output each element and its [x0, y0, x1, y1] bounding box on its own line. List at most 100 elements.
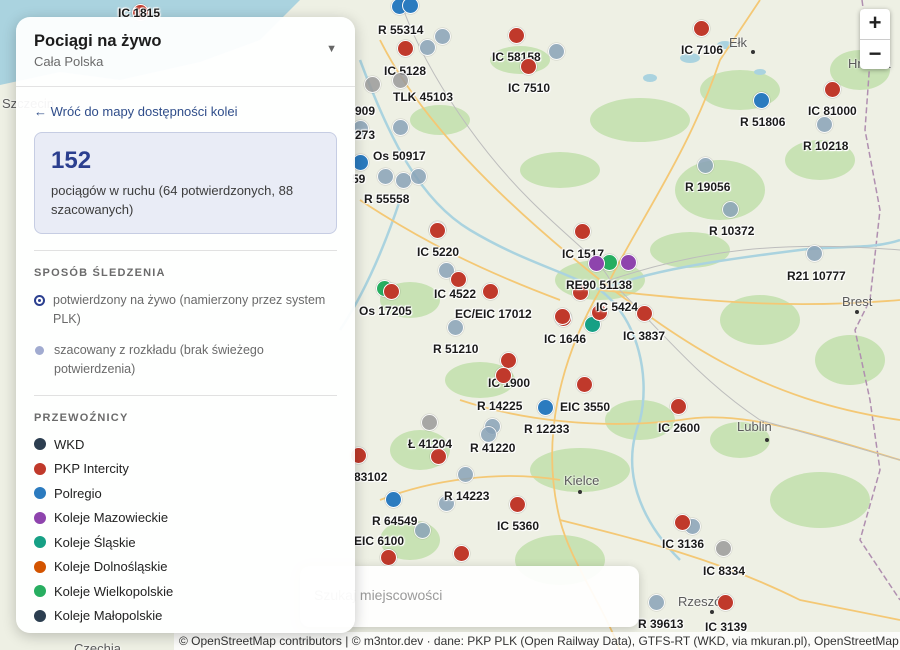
- train-label[interactable]: Ł 41204: [408, 437, 452, 451]
- train-label[interactable]: IC 7106: [681, 43, 723, 57]
- train-label[interactable]: IC 81000: [808, 104, 857, 118]
- train-marker[interactable]: [806, 245, 823, 262]
- carrier-legend-item: WKD: [34, 432, 337, 457]
- train-marker[interactable]: [429, 222, 446, 239]
- carrier-legend-item: Koleje Śląskie: [34, 530, 337, 555]
- train-label[interactable]: IC 3837: [623, 329, 665, 343]
- train-label[interactable]: IC 1646: [544, 332, 586, 346]
- train-label[interactable]: RE90 51138: [566, 278, 632, 292]
- train-marker[interactable]: [380, 549, 397, 566]
- train-marker[interactable]: [383, 283, 400, 300]
- back-to-availability-map-link[interactable]: ← Wróć do mapy dostępności kolei: [34, 104, 337, 119]
- train-marker[interactable]: [508, 27, 525, 44]
- train-label[interactable]: 909: [355, 104, 375, 118]
- train-label[interactable]: R 41220: [470, 441, 515, 455]
- train-marker[interactable]: [636, 305, 653, 322]
- carrier-label: Koleje Dolnośląskie: [54, 559, 168, 575]
- tracking-legend-confirmed: potwierdzony na żywo (namierzony przez s…: [34, 291, 337, 329]
- train-marker[interactable]: [419, 39, 436, 56]
- train-marker[interactable]: [377, 168, 394, 185]
- train-label[interactable]: R 55558: [364, 192, 409, 206]
- tracking-legend-label: szacowany z rozkładu (brak świeżego potw…: [54, 343, 264, 376]
- train-label[interactable]: IC 4522: [434, 287, 476, 301]
- carrier-legend-item: Koleje Dolnośląskie: [34, 555, 337, 580]
- train-label[interactable]: EC/EIC 17012: [455, 307, 532, 321]
- train-marker[interactable]: [588, 255, 605, 272]
- confirmed-dot-icon: [34, 295, 45, 306]
- train-marker[interactable]: [364, 76, 381, 93]
- carrier-color-dot-icon: [34, 462, 46, 475]
- carrier-legend-item: Polregio: [34, 481, 337, 506]
- train-label[interactable]: R 10372: [709, 224, 754, 238]
- train-marker[interactable]: [670, 398, 687, 415]
- train-label[interactable]: IC 5424: [596, 300, 638, 314]
- search-input[interactable]: [314, 580, 624, 610]
- train-marker[interactable]: [495, 367, 512, 384]
- train-label[interactable]: R 12233: [524, 422, 569, 436]
- train-label[interactable]: R 10218: [803, 139, 848, 153]
- train-label[interactable]: Os 17205: [359, 304, 412, 318]
- train-label[interactable]: IC 3136: [662, 537, 704, 551]
- zoom-in-button[interactable]: +: [860, 9, 890, 39]
- train-marker[interactable]: [722, 201, 739, 218]
- train-marker[interactable]: [447, 319, 464, 336]
- train-marker[interactable]: [434, 28, 451, 45]
- train-marker[interactable]: [397, 40, 414, 57]
- train-marker[interactable]: [453, 545, 470, 562]
- train-marker[interactable]: [620, 254, 637, 271]
- train-marker[interactable]: [392, 119, 409, 136]
- train-marker[interactable]: [674, 514, 691, 531]
- train-label[interactable]: R 64549: [372, 514, 417, 528]
- train-marker[interactable]: [482, 283, 499, 300]
- train-label[interactable]: Os 50917: [373, 149, 426, 163]
- train-label[interactable]: R 51806: [740, 115, 785, 129]
- train-label[interactable]: R 14225: [477, 399, 522, 413]
- train-marker[interactable]: [509, 496, 526, 513]
- train-marker[interactable]: [450, 271, 467, 288]
- panel-title: Pociągi na żywo: [34, 32, 162, 50]
- train-marker[interactable]: [574, 223, 591, 240]
- train-marker[interactable]: [717, 594, 734, 611]
- train-label[interactable]: IC 2600: [658, 421, 700, 435]
- zoom-out-button[interactable]: −: [860, 39, 890, 69]
- train-label[interactable]: R 19056: [685, 180, 730, 194]
- train-marker[interactable]: [520, 58, 537, 75]
- train-marker[interactable]: [824, 81, 841, 98]
- triangle-down-icon[interactable]: ▼: [326, 43, 337, 55]
- train-marker[interactable]: [648, 594, 665, 611]
- train-marker[interactable]: [554, 308, 571, 325]
- train-marker[interactable]: [392, 72, 409, 89]
- carrier-color-dot-icon: [34, 487, 46, 500]
- train-marker[interactable]: [421, 414, 438, 431]
- train-label[interactable]: R21 10777: [787, 269, 846, 283]
- train-label[interactable]: 83102: [354, 470, 387, 484]
- train-label[interactable]: IC 5360: [497, 519, 539, 533]
- carrier-color-dot-icon: [34, 560, 46, 573]
- train-marker[interactable]: [457, 466, 474, 483]
- train-marker[interactable]: [402, 0, 419, 14]
- train-label[interactable]: 273: [355, 128, 375, 142]
- train-label[interactable]: R 55314: [378, 23, 423, 37]
- train-marker[interactable]: [753, 92, 770, 109]
- train-marker[interactable]: [816, 116, 833, 133]
- train-marker[interactable]: [715, 540, 732, 557]
- divider: [34, 250, 337, 251]
- panel-header[interactable]: Pociągi na żywo Cała Polska ▼: [16, 17, 355, 87]
- train-marker[interactable]: [537, 399, 554, 416]
- map-attribution: © OpenStreetMap contributors | © m3ntor.…: [174, 632, 900, 650]
- train-marker[interactable]: [576, 376, 593, 393]
- train-label[interactable]: R 51210: [433, 342, 478, 356]
- train-label[interactable]: TLK 45103: [393, 90, 453, 104]
- train-marker[interactable]: [385, 491, 402, 508]
- train-marker[interactable]: [697, 157, 714, 174]
- train-label[interactable]: EIC 3550: [560, 400, 610, 414]
- train-label[interactable]: R 14223: [444, 489, 489, 503]
- train-label[interactable]: EIC 6100: [354, 534, 404, 548]
- train-marker[interactable]: [548, 43, 565, 60]
- train-label[interactable]: IC 5220: [417, 245, 459, 259]
- train-label[interactable]: R 39613: [638, 617, 683, 631]
- train-marker[interactable]: [410, 168, 427, 185]
- train-label[interactable]: IC 7510: [508, 81, 550, 95]
- train-marker[interactable]: [693, 20, 710, 37]
- train-label[interactable]: IC 8334: [703, 564, 745, 578]
